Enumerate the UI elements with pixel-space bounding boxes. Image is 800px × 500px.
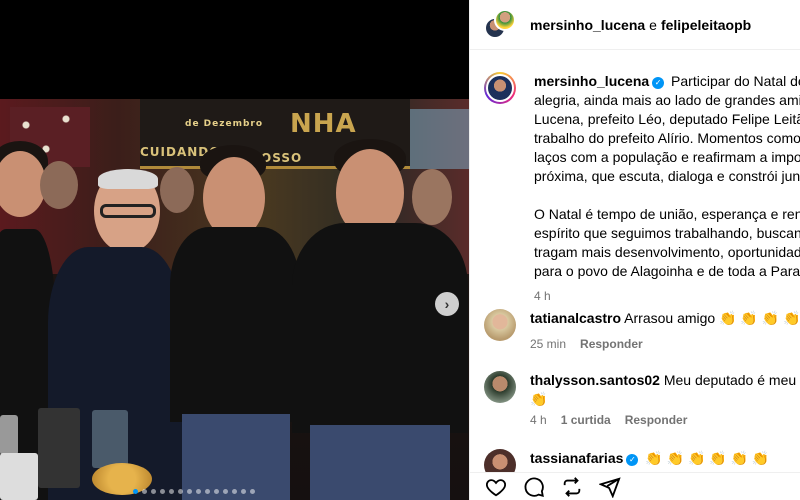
carousel-dot (178, 489, 183, 494)
banner-text-1: NHA (290, 109, 357, 139)
caption-line: alegria, ainda mais ao lado de grandes a… (534, 92, 800, 108)
comment-time: 25 min (530, 337, 567, 351)
carousel-dots (133, 489, 255, 494)
caption-line: Lucena, prefeito Léo, deputado Felipe Le… (534, 111, 800, 127)
comment-item: thalysson.santos02 Meu deputado é meu go… (484, 371, 800, 427)
avatar[interactable] (484, 72, 516, 104)
collab-usernames: mersinho_lucena e felipeleitaopb (530, 17, 751, 33)
comment-username[interactable]: tatianalcastro (530, 310, 621, 326)
avatar[interactable] (484, 371, 516, 403)
carousel-dot (133, 489, 138, 494)
caption-line: tragam mais desenvolvimento, oportunidad… (534, 244, 800, 260)
send-button[interactable] (598, 475, 622, 499)
carousel-dot (205, 489, 210, 494)
caption-username[interactable]: mersinho_lucena (534, 73, 649, 89)
post-actions (470, 472, 800, 500)
post-media: NHA de Dezembro CUIDANDO NOSSO › (0, 0, 469, 500)
send-icon (599, 476, 621, 498)
comment-icon (524, 477, 544, 497)
carousel-dot (160, 489, 165, 494)
comment-text: 👏 👏 👏 👏 👏 👏 (645, 450, 770, 466)
verified-icon: ✓ (626, 454, 639, 466)
comment-text: Meu deputado é meu gov (663, 372, 800, 388)
caption-line: espírito que seguimos trabalhando, busca… (534, 225, 800, 241)
post-sidebar: mersinho_lucena e felipeleitaopb mersinho_… (469, 0, 800, 500)
reply-button[interactable]: Responder (580, 337, 643, 351)
comment-text-continued: 👏 (530, 391, 548, 407)
comment-text: Arrasou amigo 👏 👏 👏 👏 (624, 310, 800, 326)
caption-line: para o povo de Alagoinha e de toda a Par… (534, 263, 800, 279)
comment-username[interactable]: thalysson.santos02 (530, 372, 660, 388)
comment-item: tatianalcastro Arrasou amigo 👏 👏 👏 👏 25 … (484, 309, 800, 351)
collab-avatars[interactable] (484, 8, 516, 41)
carousel-dot (169, 489, 174, 494)
avatar[interactable] (484, 309, 516, 341)
header-username-1[interactable]: mersinho_lucena (530, 17, 645, 33)
comment-time: 4 h (530, 413, 547, 427)
banner-text-2: de Dezembro (185, 119, 264, 129)
avatar (494, 8, 516, 31)
carousel-dot (142, 489, 147, 494)
carousel-dot (196, 489, 201, 494)
carousel-dot (241, 489, 246, 494)
header-username-2[interactable]: felipeleitaopb (661, 17, 751, 33)
reply-button[interactable]: Responder (625, 413, 688, 427)
verified-icon: ✓ (652, 77, 665, 89)
carousel-dot (232, 489, 237, 494)
carousel-dot (151, 489, 156, 494)
caption-line: trabalho do prefeito Alírio. Momentos co… (534, 130, 800, 146)
header-conjunction: e (649, 16, 657, 33)
comment-likes[interactable]: 1 curtida (561, 413, 611, 427)
like-button[interactable] (484, 475, 508, 499)
carousel-dot (250, 489, 255, 494)
heart-icon (485, 478, 507, 496)
post-caption: mersinho_lucena✓ Participar do Natal de … (484, 72, 800, 306)
carousel-dot (214, 489, 219, 494)
next-photo-button[interactable]: › (435, 292, 459, 316)
comment-button[interactable] (522, 475, 546, 499)
table-items (0, 405, 200, 500)
share-button[interactable] (560, 475, 584, 499)
caption-line: próxima, que escuta, dialoga e constrói … (534, 168, 800, 184)
post-header: mersinho_lucena e felipeleitaopb (470, 0, 800, 50)
chevron-right-icon: › (444, 296, 450, 312)
carousel-dot (187, 489, 192, 494)
background-light (410, 109, 469, 169)
comment-username[interactable]: tassianafarias (530, 450, 623, 466)
caption-timestamp: 4 h (534, 289, 551, 303)
caption-line: O Natal é tempo de união, esperança e re… (534, 206, 800, 222)
caption-line: laços com a população e reafirmam a impo… (534, 149, 800, 165)
share-icon (563, 476, 581, 497)
carousel-dot (223, 489, 228, 494)
caption-line: Participar do Natal de Ala (671, 73, 800, 89)
